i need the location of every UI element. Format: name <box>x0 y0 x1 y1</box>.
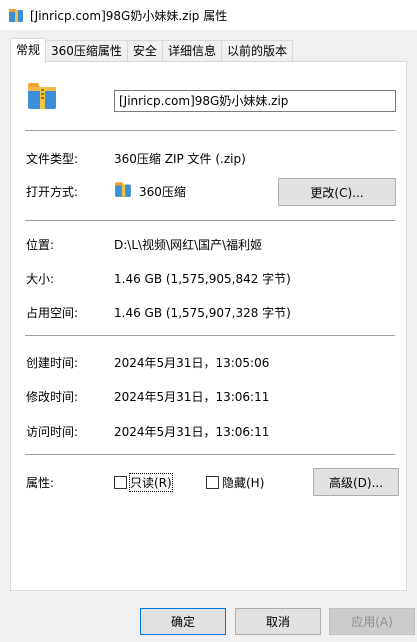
tab-general[interactable]: 常规 <box>10 38 47 63</box>
general-panel: [Jinricp.com]98G奶小妹妹.zip 文件类型: 360压缩 ZIP… <box>10 61 407 591</box>
created-value: 2024年5月31日，13:05:06 <box>114 356 270 370</box>
open-with-label: 打开方式: <box>26 185 79 199</box>
tab-strip: 常规 360压缩属性 安全 详细信息 以前的版本 <box>10 38 293 63</box>
change-button[interactable]: 更改(C)... <box>278 178 396 206</box>
open-with-value: 360压缩 <box>139 185 186 199</box>
attributes-label: 属性: <box>26 476 55 490</box>
readonly-checkbox[interactable] <box>114 476 127 489</box>
created-label: 创建时间: <box>26 356 79 370</box>
tab-previous-versions[interactable]: 以前的版本 <box>220 40 293 62</box>
file-type-value: 360压缩 ZIP 文件 (.zip) <box>114 152 246 166</box>
size-value: 1.46 GB (1,575,905,842 字节) <box>114 272 291 286</box>
size-label: 大小: <box>26 272 55 286</box>
tab-security[interactable]: 安全 <box>126 40 163 62</box>
zip-file-icon <box>8 7 24 23</box>
readonly-label[interactable]: 只读(R) <box>129 473 173 492</box>
size-on-disk-value: 1.46 GB (1,575,907,328 字节) <box>114 306 291 320</box>
hidden-checkbox[interactable] <box>206 476 219 489</box>
ok-button[interactable]: 确定 <box>140 608 226 635</box>
file-name-field[interactable]: [Jinricp.com]98G奶小妹妹.zip <box>114 90 396 112</box>
accessed-label: 访问时间: <box>26 425 79 439</box>
divider <box>25 335 395 336</box>
tab-360-compress-properties[interactable]: 360压缩属性 <box>45 40 128 62</box>
size-on-disk-label: 占用空间: <box>26 306 79 320</box>
cancel-button[interactable]: 取消 <box>235 608 321 635</box>
advanced-button[interactable]: 高级(D)... <box>313 468 399 496</box>
file-type-label: 文件类型: <box>26 152 79 166</box>
tab-details[interactable]: 详细信息 <box>161 40 222 62</box>
divider <box>25 454 395 455</box>
location-label: 位置: <box>26 238 55 252</box>
large-zip-file-icon <box>26 79 58 114</box>
modified-value: 2024年5月31日，13:06:11 <box>114 390 270 404</box>
apply-button[interactable]: 应用(A) <box>329 608 415 635</box>
divider <box>25 220 395 221</box>
title-bar: [Jinricp.com]98G奶小妹妹.zip 属性 <box>0 0 417 30</box>
window-title: [Jinricp.com]98G奶小妹妹.zip 属性 <box>30 8 228 23</box>
accessed-value: 2024年5月31日，13:06:11 <box>114 425 270 439</box>
hidden-label[interactable]: 隐藏(H) <box>222 474 264 491</box>
modified-label: 修改时间: <box>26 390 79 404</box>
divider <box>25 130 395 131</box>
location-value: D:\L\视频\网红\国产\福利姬 <box>114 238 263 252</box>
app-360zip-icon <box>114 180 132 201</box>
